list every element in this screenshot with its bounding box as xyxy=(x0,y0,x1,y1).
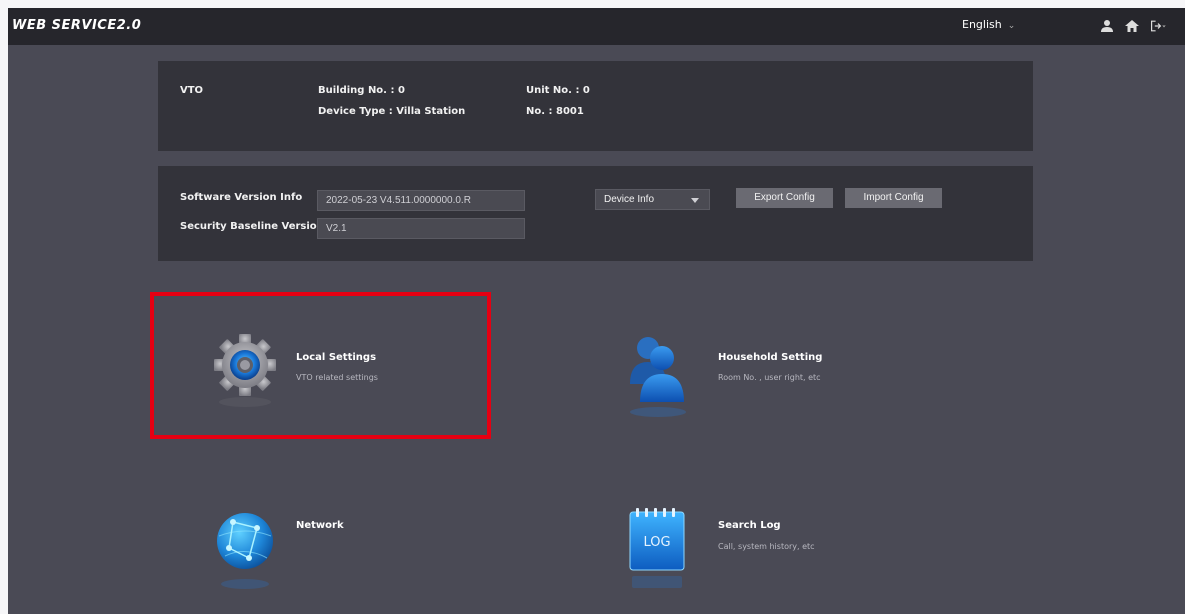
log-icon-text: LOG xyxy=(643,535,670,550)
import-config-button[interactable]: Import Config xyxy=(845,188,942,208)
household-setting-title: Household Setting xyxy=(718,352,823,363)
software-version-field: 2022-05-23 V4.511.0000000.0.R xyxy=(317,190,525,211)
logout-icon[interactable] xyxy=(1150,18,1166,34)
globe-network-icon xyxy=(217,513,273,589)
search-log-subtitle: Call, system history, etc xyxy=(718,542,815,551)
network-title: Network xyxy=(296,520,344,531)
language-selector[interactable]: English ⌄ xyxy=(962,18,1015,31)
caret-down-icon xyxy=(691,198,699,203)
app-logo: WEB SERVICE2.0 xyxy=(12,18,142,33)
export-config-button[interactable]: Export Config xyxy=(736,188,833,208)
device-info-card: VTO Building No. : 0 Device Type : Villa… xyxy=(158,61,1033,151)
chevron-down-icon: ⌄ xyxy=(1007,21,1016,31)
device-type-label: VTO xyxy=(180,85,204,96)
building-number: Building No. : 0 xyxy=(318,85,405,96)
software-version-label: Software Version Info xyxy=(180,192,303,203)
version-info-card: Software Version Info 2022-05-23 V4.511.… xyxy=(158,166,1033,261)
device-type: Device Type : Villa Station xyxy=(318,106,466,117)
highlight-box xyxy=(150,292,491,439)
dropdown-selected: Device Info xyxy=(604,194,655,205)
log-book-icon: LOG xyxy=(629,508,685,588)
security-baseline-field: V2.1 xyxy=(317,218,525,239)
household-setting-tile[interactable]: Household Setting Room No. , user right,… xyxy=(618,328,918,418)
top-bar: WEB SERVICE2.0 English ⌄ xyxy=(8,8,1185,45)
app-window: WEB SERVICE2.0 English ⌄ VTO Building No.… xyxy=(8,8,1185,614)
network-tile[interactable]: Network xyxy=(208,503,468,593)
household-setting-subtitle: Room No. , user right, etc xyxy=(718,373,821,382)
unit-number: Unit No. : 0 xyxy=(526,85,590,96)
security-baseline-label: Security Baseline Version xyxy=(180,221,324,232)
search-log-title: Search Log xyxy=(718,520,781,531)
users-icon xyxy=(630,337,686,417)
search-log-tile[interactable]: LOG Search Log Call, system history, etc xyxy=(618,503,918,603)
home-icon[interactable] xyxy=(1124,18,1140,34)
language-label: English xyxy=(962,18,1002,31)
device-info-dropdown[interactable]: Device Info xyxy=(595,189,710,210)
device-number: No. : 8001 xyxy=(526,106,584,117)
user-icon[interactable] xyxy=(1099,18,1115,34)
